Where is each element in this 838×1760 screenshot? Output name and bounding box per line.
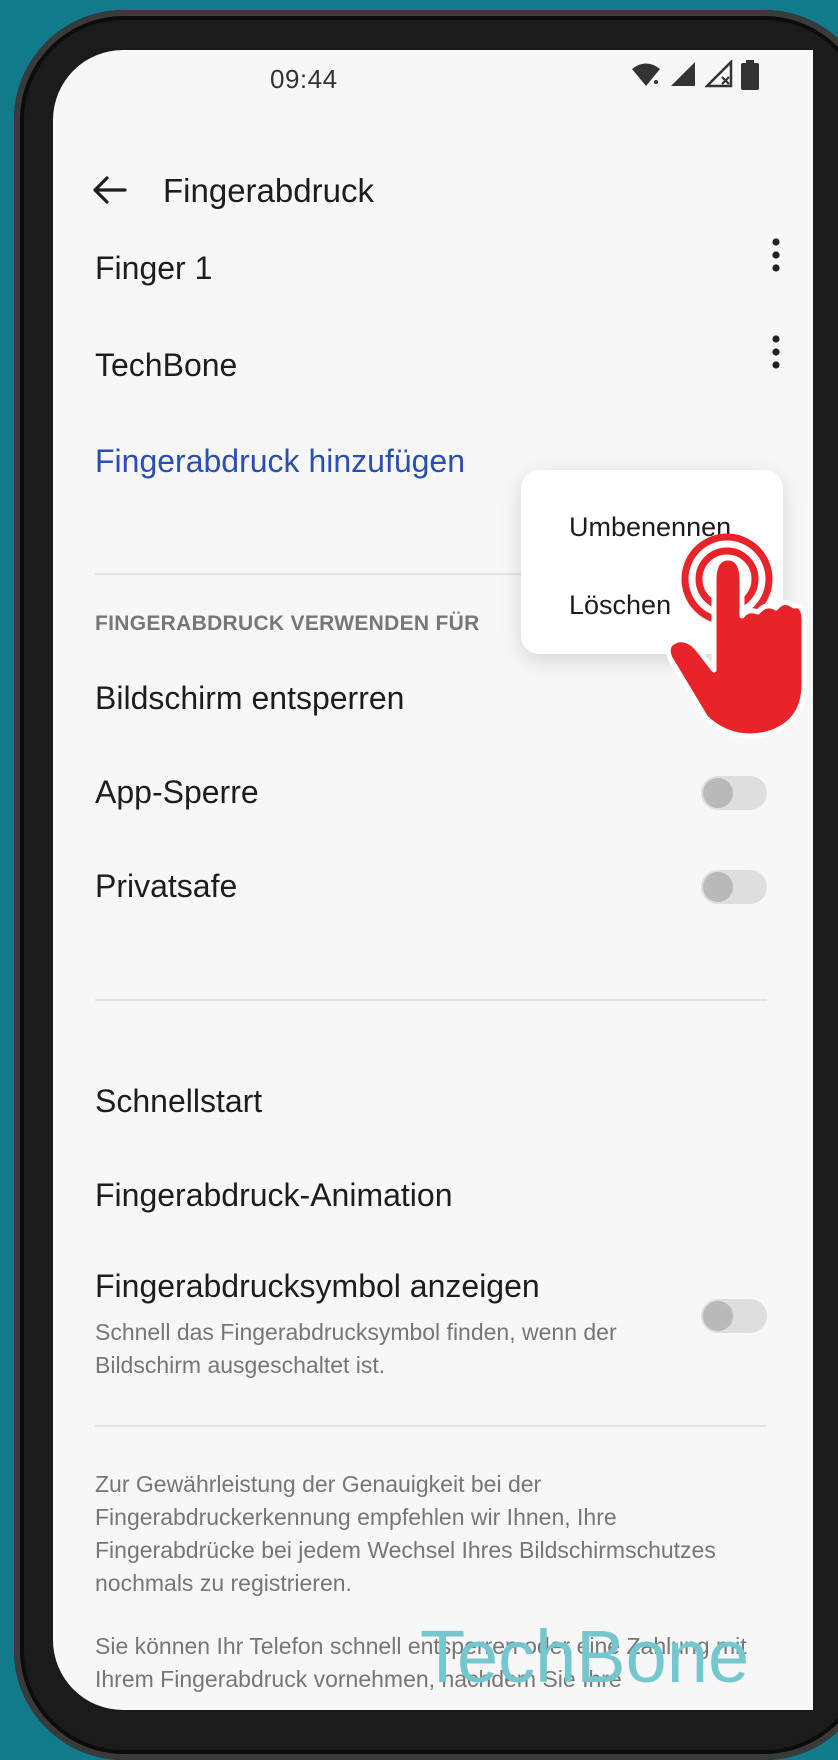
- setting-quick-start[interactable]: Schnellstart: [95, 1073, 813, 1133]
- signal-icon: [671, 62, 695, 86]
- watermark-logo: TechBone: [420, 1615, 750, 1698]
- setting-fingerprint-animation[interactable]: Fingerabdruck-Animation: [95, 1167, 813, 1227]
- back-arrow-icon[interactable]: [89, 170, 129, 210]
- setting-label: Fingerabdrucksymbol anzeigen: [95, 1268, 540, 1304]
- app-lock-toggle[interactable]: [701, 776, 767, 810]
- private-safe-toggle[interactable]: [701, 870, 767, 904]
- section-header-text: FINGERABDRUCK VERWENDEN FÜR: [95, 612, 480, 635]
- setting-label: Schnellstart: [95, 1083, 263, 1119]
- phone-screen: 09:44 Fingerabdruck Finger 1 TechBone Fi…: [53, 50, 813, 1710]
- menu-item-delete[interactable]: Löschen: [569, 590, 671, 621]
- setting-label: Fingerabdruck-Animation: [95, 1177, 453, 1213]
- setting-label: Privatsafe: [95, 868, 238, 904]
- toggle-knob: [703, 1301, 733, 1331]
- setting-label: Bildschirm entsperren: [95, 680, 405, 716]
- info-text: Zur Gewährleistung der Genauigkeit bei d…: [95, 1471, 716, 1596]
- fingerprint-item-finger-1[interactable]: Finger 1: [95, 240, 813, 300]
- more-vert-icon[interactable]: [761, 235, 791, 275]
- more-vert-icon[interactable]: [761, 332, 791, 372]
- add-fingerprint-label: Fingerabdruck hinzufügen: [95, 443, 466, 479]
- toggle-knob: [703, 872, 733, 902]
- fingerprint-label: Finger 1: [95, 250, 213, 286]
- info-paragraph-1: Zur Gewährleistung der Genauigkeit bei d…: [95, 1468, 813, 1600]
- status-time: 09:44: [270, 64, 338, 94]
- wifi-icon: [632, 63, 660, 86]
- status-icons: [631, 60, 759, 90]
- app-bar: Fingerabdruck: [53, 150, 813, 230]
- fingerprint-label: TechBone: [95, 347, 238, 383]
- setting-description: Schnell das Fingerabdrucksymbol finden, …: [95, 1319, 617, 1378]
- divider: [95, 999, 767, 1001]
- show-fingerprint-icon-toggle[interactable]: [701, 1299, 767, 1333]
- divider: [95, 1425, 767, 1427]
- setting-label: App-Sperre: [95, 774, 259, 810]
- page-title: Fingerabdruck: [163, 172, 374, 209]
- toggle-knob: [703, 778, 733, 808]
- tap-hand-icon: [665, 533, 807, 739]
- fingerprint-item-techbone[interactable]: TechBone: [95, 337, 813, 397]
- signal-no-service-icon: [705, 60, 733, 88]
- battery-icon: [741, 60, 759, 90]
- status-bar: 09:44: [53, 50, 813, 110]
